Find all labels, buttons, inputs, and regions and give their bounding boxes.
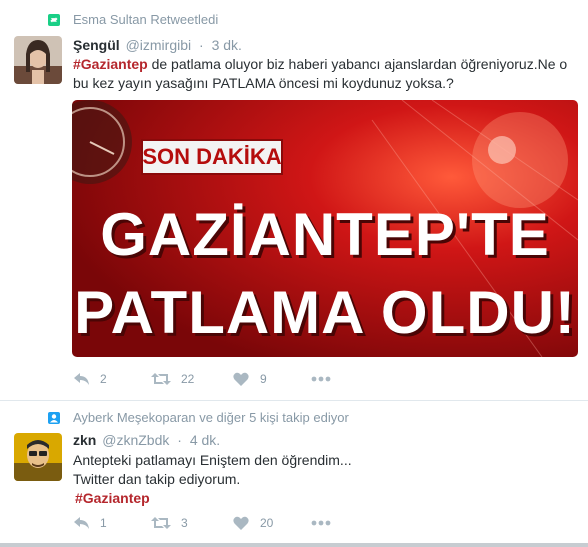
timestamp[interactable]: 4 dk. [190, 432, 220, 448]
tweet-1[interactable]: Esma Sultan Retweetledi Şengül @izmirgib… [0, 0, 588, 400]
hashtag-link[interactable]: #Gaziantep [75, 490, 150, 506]
like-count: 9 [260, 372, 267, 386]
like-button[interactable]: 20 [233, 516, 311, 530]
tweet-text-line1: de patlama oluyor biz haberi yabancı aja… [147, 56, 568, 72]
separator-dot: · [177, 432, 182, 448]
media-headline-1: GAZİANTEP'TE [100, 201, 550, 268]
like-button[interactable]: 9 [233, 372, 311, 386]
retweet-button[interactable]: 3 [151, 516, 233, 530]
tweet-text-line1: Antepteki patlamayı Eniştem den öğrendim… [73, 452, 352, 468]
heart-icon [233, 372, 249, 386]
heart-icon [233, 516, 249, 530]
tweet-header: zkn @zknZbdk · 4 dk. [73, 432, 220, 448]
retweet-button[interactable]: 22 [151, 372, 233, 386]
tweet-text: #Gaziantep de patlama oluyor biz haberi … [73, 55, 585, 93]
retweet-count: 22 [181, 372, 195, 386]
reply-icon [73, 516, 91, 530]
tweet-text: Antepteki patlamayı Eniştem den öğrendim… [73, 451, 352, 508]
retweet-count: 3 [181, 516, 188, 530]
hashtag-link[interactable]: #Gaziantep [73, 56, 148, 72]
tweet-actions: 1 3 20 [73, 516, 331, 530]
separator-dot: · [199, 37, 204, 53]
media-banner-text: SON DAKİKA [142, 144, 282, 169]
display-name[interactable]: zkn [73, 432, 96, 448]
more-button[interactable] [311, 520, 331, 526]
tweet-media-image[interactable]: SON DAKİKA GAZİANTEP'TE PATLAMA OLDU! [72, 100, 578, 357]
timestamp[interactable]: 3 dk. [212, 37, 242, 53]
tweet-header: Şengül @izmirgibi · 3 dk. [73, 37, 242, 53]
tweet-text-line2: bu kez yayın yasağını PATLAMA öncesi mi … [73, 75, 454, 91]
more-button[interactable] [311, 376, 331, 382]
retweet-icon [151, 516, 171, 530]
retweet-context-icon [48, 13, 60, 26]
retweet-context: Esma Sultan Retweetledi [48, 12, 218, 27]
like-count: 20 [260, 516, 274, 530]
media-headline-2: PATLAMA OLDU! [74, 279, 576, 346]
follow-context: Ayberk Meşekoparan ve diğer 5 kişi takip… [48, 410, 349, 425]
follow-context-text[interactable]: Ayberk Meşekoparan ve diğer 5 kişi takip… [73, 410, 349, 425]
tweet-actions: 2 22 9 [73, 372, 331, 386]
reply-button[interactable]: 2 [73, 372, 151, 386]
tweet-2[interactable]: Ayberk Meşekoparan ve diğer 5 kişi takip… [0, 400, 588, 546]
more-icon [311, 376, 331, 382]
tweet-text-line2: Twitter dan takip ediyorum. [73, 471, 241, 487]
avatar[interactable] [14, 433, 62, 481]
screen-name[interactable]: @zknZbdk [102, 432, 169, 448]
reply-count: 1 [100, 516, 107, 530]
display-name[interactable]: Şengül [73, 37, 120, 53]
more-icon [311, 520, 331, 526]
screen-name[interactable]: @izmirgibi [126, 37, 192, 53]
reply-count: 2 [100, 372, 107, 386]
reply-icon [73, 372, 91, 386]
reply-button[interactable]: 1 [73, 516, 151, 530]
bottom-divider [0, 543, 588, 547]
person-icon [48, 411, 60, 424]
retweet-context-text[interactable]: Esma Sultan Retweetledi [73, 12, 218, 27]
avatar[interactable] [14, 36, 62, 84]
retweet-icon [151, 372, 171, 386]
